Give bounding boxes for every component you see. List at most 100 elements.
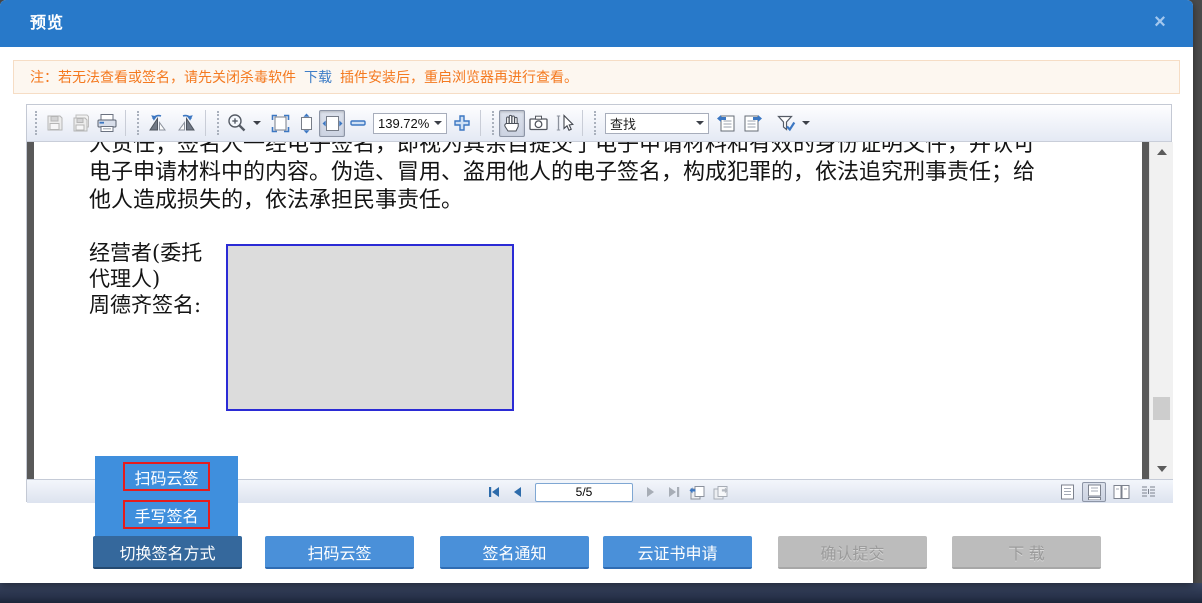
toolbar-grip — [492, 111, 495, 135]
preview-dialog: 预览 × 注：若无法查看或签名，请先关闭杀毒软件下载插件安装后，重启浏览器再进行… — [0, 0, 1193, 583]
fit-width-icon — [322, 113, 343, 134]
find-previous-button[interactable] — [713, 110, 739, 137]
save-all-icon — [71, 113, 91, 133]
zoom-level-caret — [434, 121, 442, 125]
document-line: 电子申请材料中的内容。伪造、冒用、盗用他人的电子签名，构成犯罪的，依法追究刑事责… — [89, 159, 1099, 187]
find-caret — [696, 121, 704, 125]
find-combobox[interactable]: 查找 — [605, 113, 709, 134]
page-backdrop — [0, 583, 1202, 603]
scroll-up-arrow[interactable] — [1150, 144, 1173, 160]
select-text-icon — [554, 113, 575, 133]
find-next-button[interactable] — [739, 110, 765, 137]
document-page: 人责任；签名人一经电子签名，即视为其亲自提交了电子申请材料和有效的身份证明文件，… — [27, 142, 1173, 479]
sign-notice-button[interactable]: 签名通知 — [440, 536, 589, 569]
page-number-input[interactable] — [535, 483, 633, 502]
first-page-button[interactable] — [485, 483, 503, 501]
facing-view-button[interactable] — [1109, 482, 1133, 502]
page-right-edge — [1142, 142, 1149, 479]
signature-label-line: 经营者(委托 — [89, 240, 202, 266]
toolbar-grip — [137, 111, 140, 135]
next-page-button[interactable] — [642, 483, 660, 501]
toolbar-grip — [217, 111, 220, 135]
download-button: 下 载 — [952, 536, 1101, 569]
rotate-left-button[interactable] — [144, 110, 172, 137]
notice-bar: 注：若无法查看或签名，请先关闭杀毒软件下载插件安装后，重启浏览器再进行查看。 — [13, 60, 1180, 94]
signature-label: 经营者(委托 代理人) 周德齐签名: — [89, 240, 202, 318]
rotate-left-icon — [146, 112, 170, 134]
rotate-right-button[interactable] — [172, 110, 200, 137]
find-next-icon — [742, 113, 763, 134]
hand-tool-button[interactable] — [499, 110, 525, 137]
highlight-dropdown-caret[interactable] — [802, 121, 810, 125]
vertical-scrollbar[interactable] — [1149, 142, 1173, 479]
scroll-down-arrow[interactable] — [1150, 461, 1173, 477]
signature-label-line: 周德齐签名: — [89, 292, 202, 318]
confirm-submit-button: 确认提交 — [778, 536, 927, 569]
notice-text-suffix: 插件安装后，重启浏览器再进行查看。 — [340, 69, 578, 85]
continuous-view-button[interactable] — [1082, 482, 1106, 502]
scrollbar-thumb[interactable] — [1153, 397, 1170, 420]
hand-tool-icon — [502, 113, 522, 133]
toolbar-separator — [480, 110, 481, 136]
popup-item-handwritten-sign[interactable]: 手写签名 — [123, 500, 210, 529]
close-icon[interactable]: × — [1150, 13, 1170, 33]
zoom-out-button[interactable] — [345, 110, 371, 137]
last-page-button[interactable] — [665, 483, 683, 501]
toolbar-separator — [125, 110, 126, 136]
previous-page-button[interactable] — [508, 483, 526, 501]
fit-page-icon — [270, 113, 291, 134]
find-previous-icon — [716, 113, 737, 134]
notice-text: 注：若无法查看或签名，请先关闭杀毒软件 — [30, 69, 296, 85]
signature-label-line: 代理人) — [89, 266, 202, 292]
document-line: 他人造成损失的，依法承担民事责任。 — [89, 187, 1099, 215]
toolbar-separator — [205, 110, 206, 136]
viewer-toolbar: 139.72% — [27, 105, 1171, 142]
zoom-marquee-dropdown-caret[interactable] — [253, 121, 261, 125]
continuous-facing-view-button[interactable] — [1136, 482, 1160, 502]
highlight-matches-button[interactable] — [773, 110, 799, 137]
snapshot-button[interactable] — [525, 110, 551, 137]
dialog-titlebar: 预览 × — [0, 0, 1193, 47]
toolbar-grip — [594, 111, 597, 135]
dialog-title: 预览 — [30, 0, 64, 47]
next-view-button[interactable] — [711, 483, 729, 501]
popup-item-scan-cloud-sign[interactable]: 扫码云签 — [123, 462, 210, 491]
document-text: 人责任；签名人一经电子签名，即视为其亲自提交了电子申请材料和有效的身份证明文件，… — [89, 142, 1099, 215]
pdf-viewer: 139.72% — [26, 104, 1172, 502]
switch-sign-mode-button[interactable]: 切换签名方式 — [93, 536, 242, 569]
zoom-in-button[interactable] — [449, 110, 475, 137]
zoom-level-value: 139.72% — [378, 116, 429, 131]
document-line: 人责任；签名人一经电子签名，即视为其亲自提交了电子申请材料和有效的身份证明文件，… — [89, 142, 1099, 159]
toolbar-separator — [582, 110, 583, 136]
select-text-button[interactable] — [551, 110, 577, 137]
fit-page-button[interactable] — [267, 110, 293, 137]
print-icon — [96, 113, 118, 133]
zoom-marquee-icon — [226, 112, 248, 134]
fit-height-icon — [296, 113, 317, 134]
page-layout-controls — [1055, 482, 1160, 502]
toolbar-grip — [35, 111, 38, 135]
download-plugin-link[interactable]: 下载 — [304, 69, 332, 85]
scan-cloud-sign-button[interactable]: 扫码云签 — [265, 536, 414, 569]
single-page-view-button[interactable] — [1055, 482, 1079, 502]
snapshot-camera-icon — [528, 113, 549, 133]
save-icon — [45, 113, 65, 133]
find-value: 查找 — [610, 114, 636, 133]
signature-mode-popup: 扫码云签 手写签名 — [95, 456, 238, 536]
zoom-out-icon — [349, 114, 367, 132]
page-navigation — [485, 480, 729, 504]
zoom-level-combobox[interactable]: 139.72% — [373, 113, 447, 134]
signature-field-box[interactable] — [226, 244, 514, 411]
print-button[interactable] — [94, 110, 120, 137]
save-all-button[interactable] — [68, 110, 94, 137]
save-button[interactable] — [42, 110, 68, 137]
previous-view-button[interactable] — [688, 483, 706, 501]
fit-height-button[interactable] — [293, 110, 319, 137]
rotate-right-icon — [174, 112, 198, 134]
cloud-cert-apply-button[interactable]: 云证书申请 — [603, 536, 752, 569]
fit-width-button[interactable] — [319, 110, 345, 137]
filter-check-icon — [776, 113, 797, 133]
page-left-edge — [27, 142, 34, 479]
zoom-marquee-button[interactable] — [224, 110, 250, 137]
zoom-in-icon — [453, 114, 471, 132]
